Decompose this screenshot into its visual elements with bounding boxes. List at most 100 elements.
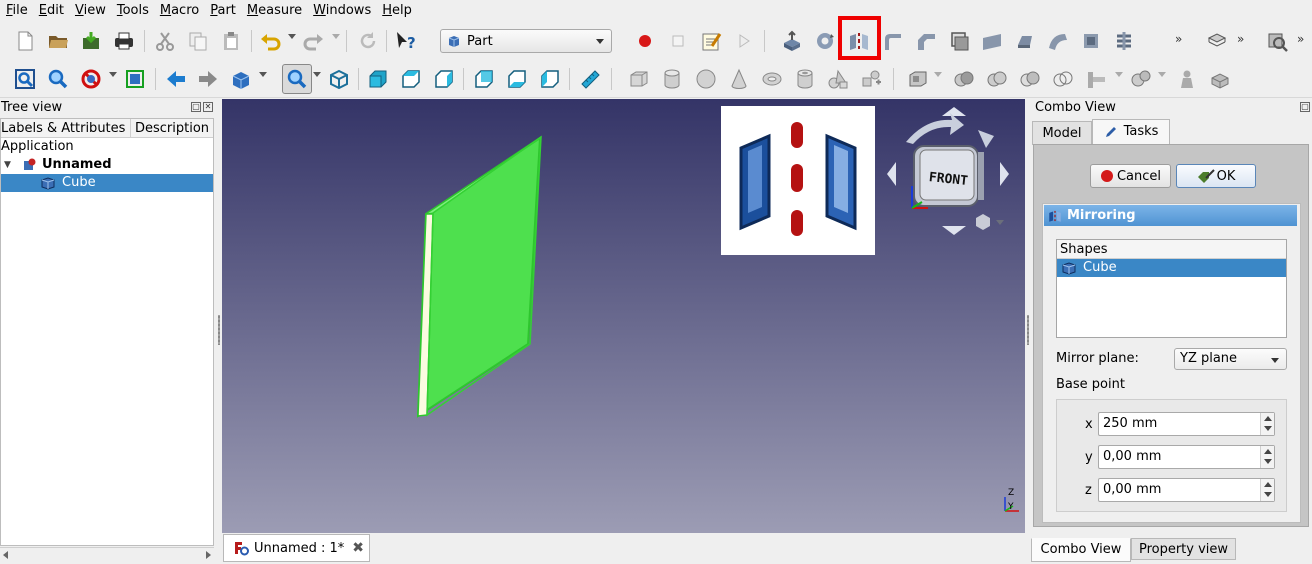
attachment-icon[interactable] bbox=[1209, 68, 1231, 90]
right-splitter[interactable] bbox=[1027, 315, 1029, 345]
open-icon[interactable] bbox=[47, 30, 69, 52]
view-menu-icon[interactable] bbox=[976, 214, 990, 230]
z-stepper[interactable] bbox=[1260, 479, 1274, 501]
mirroring-header[interactable]: Mirroring bbox=[1044, 205, 1297, 226]
close-tab-icon[interactable]: ✖ bbox=[352, 540, 364, 556]
primitives-icon[interactable] bbox=[827, 68, 849, 90]
mirror-plane-select[interactable]: YZ plane bbox=[1174, 348, 1287, 370]
torus-icon[interactable] bbox=[761, 68, 783, 90]
shape-item-cube[interactable]: Cube bbox=[1057, 259, 1286, 277]
undo-icon[interactable] bbox=[259, 30, 281, 52]
toolbar-overflow-2[interactable]: » bbox=[1237, 32, 1244, 46]
fuse-icon[interactable] bbox=[986, 68, 1008, 90]
box-icon[interactable] bbox=[628, 68, 650, 90]
menu-tools[interactable]: Tools bbox=[113, 0, 156, 22]
ruled-surface-icon[interactable] bbox=[981, 30, 1003, 52]
tab-combo-view[interactable]: Combo View bbox=[1031, 538, 1131, 562]
bounding-box-icon[interactable] bbox=[124, 68, 146, 90]
float-panel-icon[interactable]: ▢ bbox=[191, 102, 201, 112]
split-icon[interactable] bbox=[1052, 68, 1074, 90]
paste-icon[interactable] bbox=[220, 30, 242, 52]
save-icon[interactable] bbox=[80, 30, 102, 52]
compound-icon[interactable] bbox=[1085, 68, 1107, 90]
make-face-icon[interactable] bbox=[948, 30, 970, 52]
float-panel-icon[interactable]: ▢ bbox=[1300, 102, 1310, 112]
redo-icon[interactable] bbox=[303, 30, 325, 52]
loft-icon[interactable] bbox=[1014, 30, 1036, 52]
shapes-list[interactable]: Shapes Cube bbox=[1056, 239, 1287, 338]
cylinder-icon[interactable] bbox=[661, 68, 683, 90]
macro-run-icon[interactable] bbox=[733, 30, 755, 52]
menu-part[interactable]: Part bbox=[206, 0, 243, 22]
z-spinbox[interactable]: 0,00 mm bbox=[1098, 478, 1275, 502]
boolean-icon[interactable] bbox=[907, 68, 929, 90]
fillet-icon[interactable] bbox=[882, 30, 904, 52]
macro-edit-icon[interactable] bbox=[700, 30, 722, 52]
defeaturing-icon[interactable] bbox=[1176, 68, 1198, 90]
close-panel-icon[interactable]: ✕ bbox=[203, 102, 213, 112]
tab-property-view[interactable]: Property view bbox=[1131, 538, 1236, 560]
rotate-right-icon[interactable] bbox=[1000, 162, 1009, 186]
mirrored-cube-shape[interactable] bbox=[416, 135, 542, 418]
sweep-icon[interactable] bbox=[1047, 30, 1069, 52]
print-icon[interactable] bbox=[113, 30, 135, 52]
ok-button[interactable]: OK bbox=[1176, 164, 1256, 188]
menu-windows[interactable]: Windows bbox=[309, 0, 378, 22]
front-view-icon[interactable] bbox=[367, 68, 389, 90]
cone-icon[interactable] bbox=[728, 68, 750, 90]
whats-this-icon[interactable]: ? bbox=[395, 30, 417, 52]
revolve-icon[interactable] bbox=[814, 30, 836, 52]
tree-item-application[interactable]: Application bbox=[1, 138, 213, 156]
check-geometry-icon[interactable] bbox=[1130, 68, 1152, 90]
macro-stop-icon[interactable] bbox=[667, 30, 689, 52]
tube-icon[interactable] bbox=[794, 68, 816, 90]
draw-style-icon[interactable] bbox=[80, 68, 102, 90]
back-icon[interactable] bbox=[165, 68, 187, 90]
tree-item-unnamed[interactable]: ▼ Unnamed bbox=[1, 156, 213, 174]
section-icon[interactable] bbox=[1080, 30, 1102, 52]
3d-viewport[interactable]: FRONT Z Y bbox=[222, 99, 1025, 533]
rotate-up-icon[interactable] bbox=[942, 107, 966, 116]
rotate-left-icon[interactable] bbox=[887, 162, 896, 186]
refresh-icon[interactable] bbox=[357, 30, 379, 52]
toolbar-overflow-1[interactable]: » bbox=[1175, 32, 1182, 46]
thickness-icon[interactable] bbox=[1266, 30, 1288, 52]
forward-icon[interactable] bbox=[197, 68, 219, 90]
new-document-icon[interactable] bbox=[14, 30, 36, 52]
rotate-down-icon[interactable] bbox=[942, 226, 966, 235]
left-splitter[interactable] bbox=[218, 315, 220, 345]
menu-view[interactable]: View bbox=[71, 0, 113, 22]
horizontal-scrollbar[interactable] bbox=[0, 547, 214, 563]
menu-edit[interactable]: Edit bbox=[35, 0, 71, 22]
cut-boolean-icon[interactable] bbox=[953, 68, 975, 90]
tab-model[interactable]: Model bbox=[1032, 121, 1092, 145]
measure-icon[interactable] bbox=[579, 68, 601, 90]
zoom-icon[interactable] bbox=[282, 64, 312, 94]
copy-icon[interactable] bbox=[187, 30, 209, 52]
navigation-cube[interactable]: FRONT bbox=[884, 104, 1024, 244]
fit-selection-icon[interactable] bbox=[47, 68, 69, 90]
left-view-icon[interactable] bbox=[539, 68, 561, 90]
y-spinbox[interactable]: 0,00 mm bbox=[1098, 445, 1275, 469]
cancel-button[interactable]: Cancel bbox=[1090, 164, 1171, 188]
isometric-icon[interactable] bbox=[328, 68, 350, 90]
chamfer-icon[interactable] bbox=[915, 30, 937, 52]
tab-tasks[interactable]: Tasks bbox=[1092, 119, 1170, 145]
extrude-icon[interactable] bbox=[781, 30, 803, 52]
sync-view-icon[interactable] bbox=[230, 68, 252, 90]
common-icon[interactable] bbox=[1019, 68, 1041, 90]
x-spinbox[interactable]: 250 mm bbox=[1098, 412, 1275, 436]
menu-macro[interactable]: Macro bbox=[156, 0, 206, 22]
x-stepper[interactable] bbox=[1260, 413, 1274, 435]
expand-arrow-icon[interactable]: ▼ bbox=[4, 156, 16, 174]
menu-measure[interactable]: Measure bbox=[243, 0, 309, 22]
shape-builder-icon[interactable] bbox=[860, 68, 882, 90]
fit-all-icon[interactable] bbox=[14, 68, 36, 90]
scroll-right-icon[interactable] bbox=[206, 551, 211, 559]
y-stepper[interactable] bbox=[1260, 446, 1274, 468]
menu-file[interactable]: File bbox=[2, 0, 35, 22]
column-labels[interactable]: Labels & Attributes bbox=[1, 119, 131, 137]
tree-item-cube[interactable]: Cube bbox=[1, 174, 213, 192]
offset-icon[interactable] bbox=[1206, 30, 1228, 52]
document-tab[interactable]: Unnamed : 1* ✖ bbox=[223, 534, 370, 562]
